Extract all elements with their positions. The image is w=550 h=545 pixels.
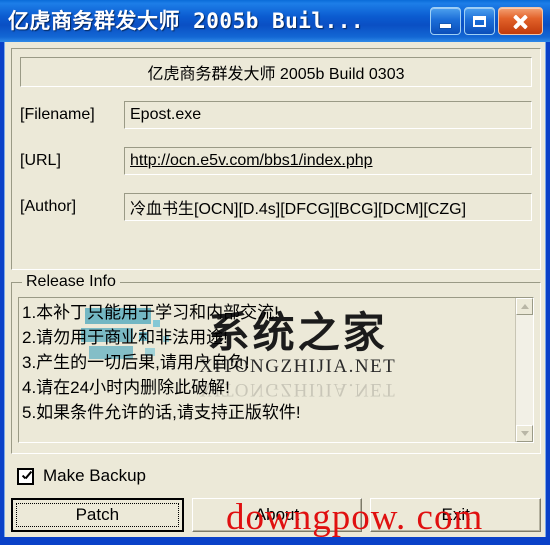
filename-box: Epost.exe: [124, 101, 532, 129]
maximize-icon: [473, 15, 486, 27]
field-row-url: [URL] http://ocn.e5v.com/bbs1/index.php: [20, 145, 532, 177]
author-box: 冷血书生[OCN][D.4s][DFCG][BCG][DCM][CZG]: [124, 193, 532, 221]
close-button[interactable]: [498, 7, 543, 35]
client-area: 亿虎商务群发大师 2005b Build 0303 [Filename] Epo…: [4, 42, 546, 545]
minimize-button[interactable]: [430, 7, 461, 35]
field-row-author: [Author] 冷血书生[OCN][D.4s][DFCG][BCG][DCM]…: [20, 191, 532, 223]
release-info-group: Release Info 系统之家 XITONGZHIJIA.NET XITON…: [11, 273, 541, 454]
about-button-label: About: [254, 505, 300, 524]
list-item[interactable]: 5.如果条件允许的话,请支持正版软件!: [22, 400, 515, 425]
window-bottom-frame: [0, 537, 550, 545]
about-button[interactable]: About: [191, 498, 363, 532]
author-value: 冷血书生[OCN][D.4s][DFCG][BCG][DCM][CZG]: [130, 201, 467, 218]
scroll-up-button[interactable]: [516, 298, 533, 315]
release-info-scrollbar[interactable]: [515, 298, 533, 442]
button-row: Patch About Exit: [11, 498, 542, 532]
maximize-button[interactable]: [464, 7, 495, 35]
minimize-icon: [440, 23, 451, 28]
make-backup-label: Make Backup: [43, 466, 146, 485]
list-item[interactable]: 4.请在24小时内删除此破解!: [22, 375, 515, 400]
url-label: [URL]: [20, 152, 61, 169]
list-item[interactable]: 2.请勿用于商业和非法用途!: [22, 325, 515, 350]
patch-button[interactable]: Patch: [11, 498, 184, 532]
release-info-items: 1.本补丁只能用于学习和内部交流! 2.请勿用于商业和非法用途! 3.产生的一切…: [19, 298, 515, 442]
filename-value: Epost.exe: [130, 106, 202, 123]
caption-button-group: [430, 7, 546, 35]
release-info-listbox[interactable]: 系统之家 XITONGZHIJIA.NET XITONGZHIJIA.NET 1…: [18, 297, 534, 443]
close-icon: [512, 13, 529, 30]
focus-rectangle: [16, 503, 179, 527]
filename-label: [Filename]: [20, 106, 95, 123]
window-title: 亿虎商务群发大师 2005b Buil...: [8, 9, 365, 33]
title-bar[interactable]: 亿虎商务群发大师 2005b Buil...: [0, 0, 550, 42]
list-item[interactable]: 1.本补丁只能用于学习和内部交流!: [22, 300, 515, 325]
make-backup-checkbox[interactable]: [17, 467, 34, 485]
patcher-window: 亿虎商务群发大师 2005b Buil... 亿虎商务群发大师 2005b Bu…: [0, 0, 550, 545]
product-title-box: 亿虎商务群发大师 2005b Build 0303: [20, 57, 532, 87]
author-label: [Author]: [20, 198, 77, 215]
chevron-up-icon: [520, 304, 529, 309]
product-title: 亿虎商务群发大师 2005b Build 0303: [147, 66, 405, 83]
list-item[interactable]: 3.产生的一切后果,请用户自负!: [22, 350, 515, 375]
info-panel: 亿虎商务群发大师 2005b Build 0303 [Filename] Epo…: [11, 48, 541, 270]
field-row-filename: [Filename] Epost.exe: [20, 99, 532, 131]
scroll-down-button[interactable]: [516, 425, 533, 442]
exit-button[interactable]: Exit: [370, 498, 542, 532]
url-link[interactable]: http://ocn.e5v.com/bbs1/index.php: [130, 152, 373, 170]
exit-button-label: Exit: [441, 505, 470, 524]
url-box[interactable]: http://ocn.e5v.com/bbs1/index.php: [124, 147, 532, 175]
make-backup-row[interactable]: Make Backup: [17, 466, 146, 486]
chevron-down-icon: [520, 431, 529, 436]
release-info-label: Release Info: [22, 273, 120, 291]
